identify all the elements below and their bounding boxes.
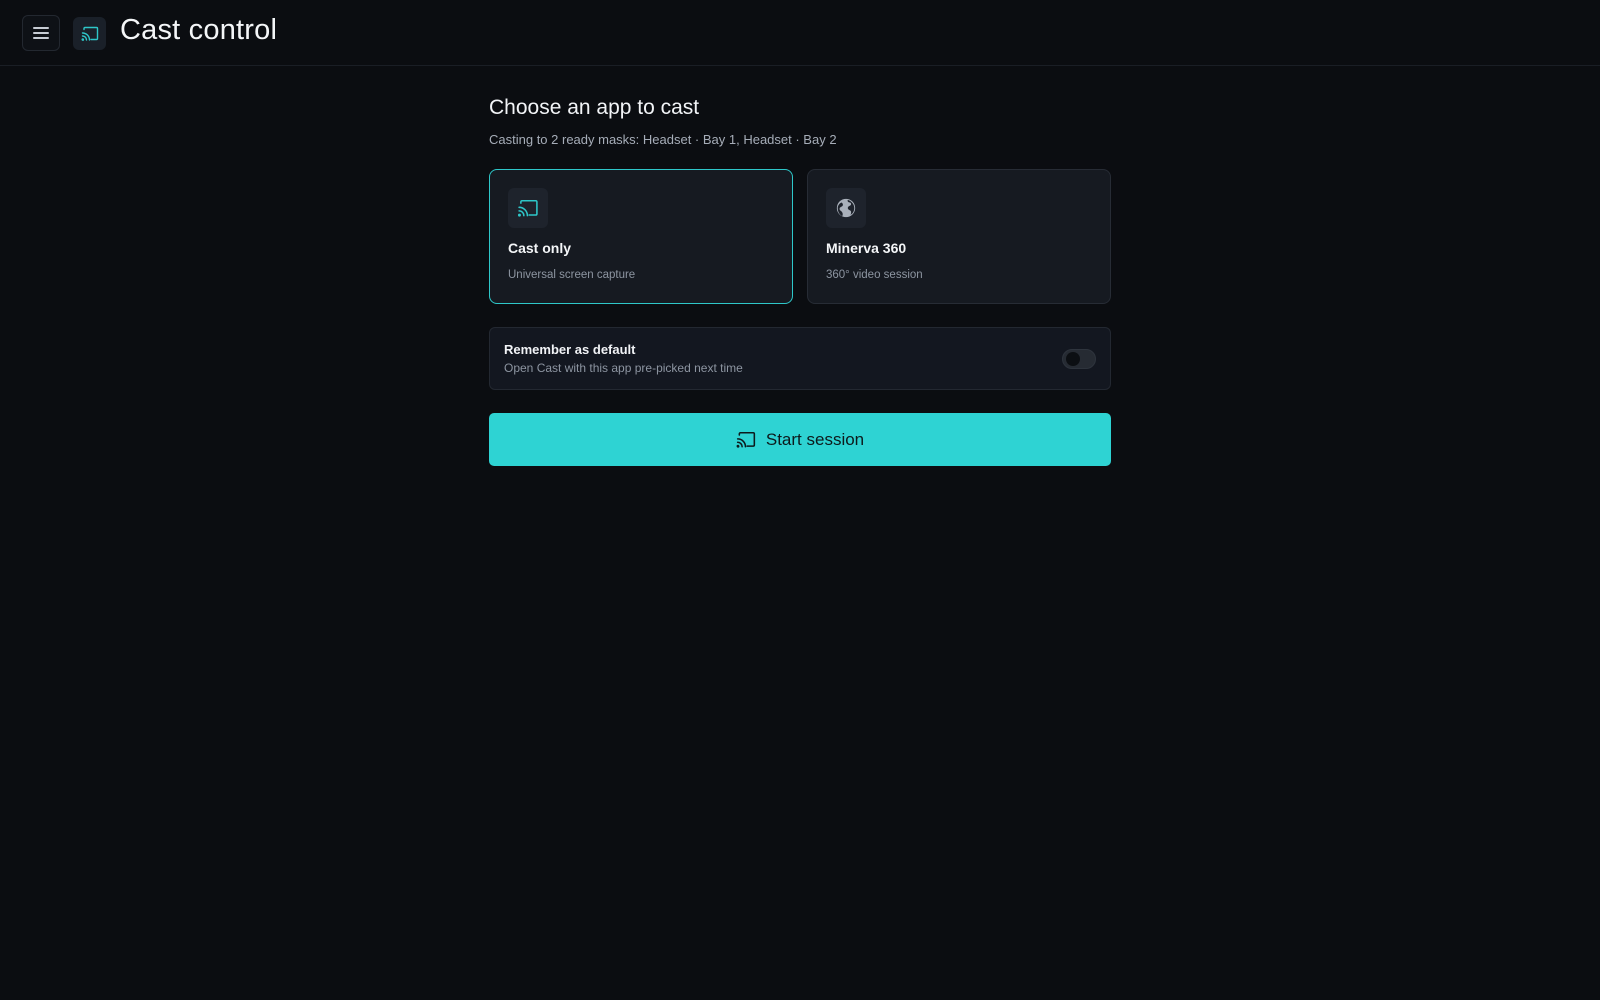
- start-session-button[interactable]: Start session: [489, 413, 1111, 466]
- toggle-knob: [1066, 352, 1080, 366]
- remember-default-toggle[interactable]: [1062, 349, 1096, 369]
- app-card-minerva-360[interactable]: Minerva 360 360° video session: [807, 169, 1111, 304]
- app-options: Cast only Universal screen capture Miner…: [489, 169, 1111, 304]
- card-icon-box: [508, 188, 548, 228]
- globe-icon: [836, 198, 856, 218]
- page-heading: Choose an app to cast: [489, 96, 700, 119]
- remember-default-row: Remember as default Open Cast with this …: [489, 327, 1111, 390]
- hamburger-menu-icon: [33, 27, 49, 39]
- main-content: Choose an app to cast Casting to 2 ready…: [489, 96, 1111, 466]
- top-bar: Cast control: [0, 0, 1600, 66]
- app-logo: [73, 17, 106, 50]
- cast-icon: [736, 431, 755, 448]
- card-title: Cast only: [508, 240, 572, 256]
- remember-title: Remember as default: [504, 342, 636, 357]
- menu-button[interactable]: [22, 15, 60, 51]
- card-icon-box: [826, 188, 866, 228]
- card-description: Universal screen capture: [508, 269, 636, 281]
- start-session-label: Start session: [765, 429, 865, 449]
- remember-description: Open Cast with this app pre-picked next …: [504, 361, 743, 375]
- cast-icon: [80, 26, 98, 41]
- app-title: Cast control: [120, 14, 278, 46]
- card-title: Minerva 360: [826, 240, 907, 256]
- card-description: 360° video session: [826, 269, 923, 281]
- casting-targets-text: Casting to 2 ready masks: Headset · Bay …: [489, 132, 837, 147]
- cast-icon: [517, 199, 538, 217]
- app-card-cast-only[interactable]: Cast only Universal screen capture: [489, 169, 793, 304]
